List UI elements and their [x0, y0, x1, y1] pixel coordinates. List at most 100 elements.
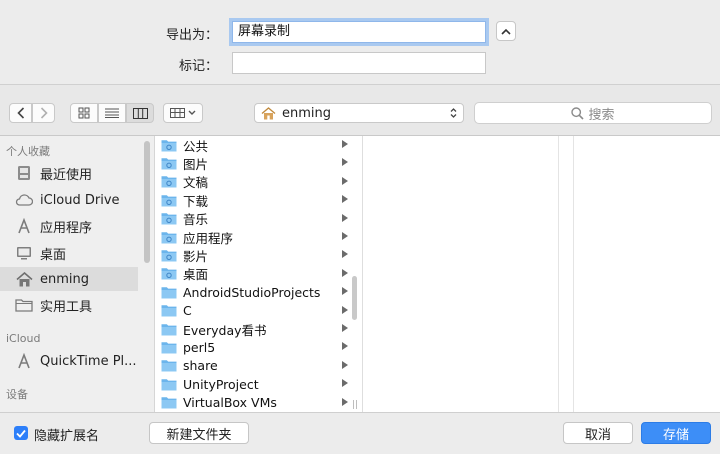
file-row-label: share [183, 358, 218, 374]
disclosure-arrow-icon [342, 268, 348, 277]
folder-icon [161, 359, 177, 372]
list-icon [105, 108, 119, 118]
columns-icon [132, 107, 148, 119]
disclosure-arrow-icon [342, 213, 348, 222]
sidebar-item-enming[interactable]: enming [0, 267, 138, 291]
preview-pane [574, 136, 720, 412]
sidebar-item-label: enming [40, 271, 90, 287]
disclosure-arrow-icon [342, 287, 348, 296]
sidebar-item-utilities[interactable]: 实用工具 [0, 293, 138, 317]
checkmark-icon [16, 429, 26, 438]
folder-movies-icon [161, 249, 177, 262]
search-icon [571, 106, 585, 120]
preview-column [363, 136, 559, 412]
file-column: 公共 图片文稿下载音乐应用程序 影片 桌面 AndroidStudioProjects C… [155, 136, 363, 412]
tags-input[interactable] [232, 52, 486, 74]
icon-view-button[interactable] [70, 103, 98, 123]
cancel-button[interactable]: 取消 [563, 422, 633, 444]
disclosure-arrow-icon [342, 305, 348, 314]
save-button[interactable]: 存储 [641, 422, 711, 444]
disclosure-arrow-icon [342, 342, 348, 351]
disclosure-arrow-icon [342, 360, 348, 369]
export-name-input[interactable]: 屏幕录制 [232, 21, 486, 43]
disclosure-arrow-icon [342, 176, 348, 185]
chevron-right-icon [40, 107, 48, 119]
file-row-label: C [183, 303, 192, 319]
sidebar-item-desktop[interactable]: 桌面 [0, 241, 138, 265]
column-view-button[interactable] [126, 103, 154, 123]
folder-icon [161, 341, 177, 354]
file-row[interactable]: 公共 [155, 136, 351, 154]
folder-public-icon [161, 139, 177, 152]
group-by-button[interactable] [163, 103, 203, 123]
sidebar-item-label: 最近使用 [40, 167, 93, 183]
sidebar-section-favorites: 个人收藏 [6, 145, 50, 158]
sidebar-item-icloud-drive[interactable]: iCloud Drive [0, 188, 138, 212]
folder-music-icon [161, 212, 177, 225]
file-row[interactable]: 文稿 [155, 173, 351, 191]
hide-extension-label: 隐藏扩展名 [34, 429, 100, 444]
file-row[interactable]: 图片 [155, 154, 351, 172]
file-row[interactable]: AndroidStudioProjects [155, 283, 351, 301]
back-button[interactable] [9, 103, 32, 123]
sidebar-item-quicktime[interactable]: QuickTime Pl... [0, 349, 138, 373]
folder-applications-icon [161, 231, 177, 244]
sidebar-item-recents[interactable]: 最近使用 [0, 161, 138, 185]
disclosure-arrow-icon [342, 232, 348, 240]
updown-chevron-icon [450, 108, 457, 118]
disclosure-arrow-icon [342, 397, 348, 406]
sidebar-item-label: iCloud Drive [40, 192, 120, 208]
file-row[interactable]: Everyday看书 [155, 320, 351, 338]
file-row-label: AndroidStudioProjects [183, 284, 321, 300]
preview-column-divider [559, 136, 574, 412]
recents-icon [13, 164, 35, 182]
list-view-button[interactable] [98, 103, 126, 123]
disclosure-arrow-icon [342, 158, 348, 167]
file-row-label: 音乐 [183, 212, 209, 228]
file-row[interactable]: 音乐 [155, 210, 351, 228]
sidebar: 个人收藏 最近使用 iCloud Drive 应用程序 桌面 enming 实用… [0, 136, 155, 412]
sidebar-scrollbar[interactable] [144, 141, 150, 263]
search-field[interactable]: 搜索 [474, 102, 712, 124]
forward-button[interactable] [32, 103, 55, 123]
file-row-label: 应用程序 [183, 230, 234, 246]
sidebar-item-applications[interactable]: 应用程序 [0, 214, 138, 238]
disclosure-arrow-icon [342, 140, 348, 148]
chevron-up-icon [501, 28, 511, 35]
tags-label: 标记： [178, 59, 218, 74]
folder-icon [161, 323, 177, 336]
file-row[interactable]: share [155, 357, 351, 375]
disclosure-arrow-icon [342, 250, 348, 259]
sidebar-item-label: QuickTime Pl... [40, 353, 137, 369]
file-row[interactable]: 桌面 [155, 265, 351, 283]
file-row[interactable]: perl5 [155, 338, 351, 356]
export-name-label: 导出为： [165, 28, 218, 43]
new-folder-button[interactable]: 新建文件夹 [149, 422, 249, 444]
folder-icon [13, 296, 35, 314]
column-resize-handle[interactable]: || [352, 400, 358, 410]
file-row-label: UnityProject [183, 376, 259, 392]
file-row[interactable]: C [155, 302, 351, 320]
file-row[interactable]: 应用程序 [155, 228, 351, 246]
file-row[interactable]: 下载 [155, 191, 351, 209]
folder-icon [161, 378, 177, 391]
location-popup[interactable]: enming [254, 103, 464, 123]
file-row-label: perl5 [183, 339, 216, 355]
file-row[interactable]: 影片 [155, 246, 351, 264]
hide-extension-checkbox[interactable] [14, 426, 28, 440]
folder-icon [161, 304, 177, 317]
file-row-label: 下载 [183, 193, 209, 209]
file-row-label: VirtualBox VMs [183, 395, 277, 411]
search-placeholder: 搜索 [588, 107, 615, 123]
applications-icon [13, 352, 35, 370]
applications-icon [13, 217, 35, 235]
file-row[interactable]: VirtualBox VMs [155, 394, 351, 412]
home-icon [261, 106, 276, 119]
disclosure-arrow-icon [342, 379, 348, 388]
file-row[interactable]: UnityProject [155, 375, 351, 393]
file-row-label: 文稿 [183, 175, 209, 191]
file-column-scrollbar[interactable] [352, 276, 357, 320]
sidebar-section-devices: 设备 [6, 388, 28, 401]
expand-toggle-button[interactable] [496, 21, 516, 41]
sidebar-section-icloud: iCloud [6, 332, 41, 345]
